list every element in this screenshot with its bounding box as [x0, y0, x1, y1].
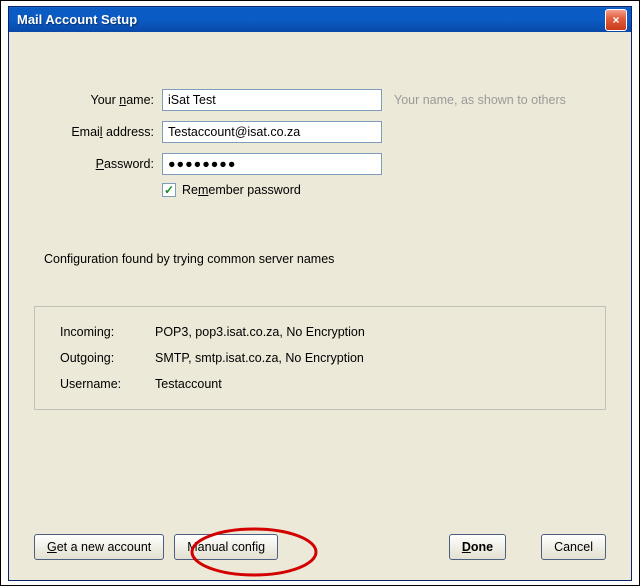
email-label: Email address: — [34, 125, 162, 139]
done-button[interactable]: Done — [449, 534, 506, 560]
server-config-panel: Incoming: POP3, pop3.isat.co.za, No Encr… — [34, 306, 606, 410]
name-input[interactable] — [162, 89, 382, 111]
button-row: Get a new account Manual config Done Can… — [34, 534, 606, 560]
config-status-message: Configuration found by trying common ser… — [44, 252, 606, 266]
username-value: Testaccount — [155, 377, 587, 391]
check-icon: ✓ — [164, 185, 174, 195]
username-label: Username: — [60, 377, 155, 391]
get-new-account-button[interactable]: Get a new account — [34, 534, 164, 560]
close-icon: × — [612, 13, 619, 27]
password-input[interactable] — [162, 153, 382, 175]
name-hint: Your name, as shown to others — [394, 93, 566, 107]
close-button[interactable]: × — [605, 9, 627, 31]
manual-config-button[interactable]: Manual config — [174, 534, 278, 560]
incoming-value: POP3, pop3.isat.co.za, No Encryption — [155, 325, 587, 339]
name-label: Your name: — [34, 93, 162, 107]
window-title: Mail Account Setup — [17, 12, 137, 27]
titlebar[interactable]: Mail Account Setup × — [9, 7, 631, 32]
cancel-button[interactable]: Cancel — [541, 534, 606, 560]
remember-password-label: Remember password — [182, 183, 301, 197]
incoming-label: Incoming: — [60, 325, 155, 339]
mail-account-setup-window: Mail Account Setup × Your name: Your nam… — [8, 6, 632, 581]
email-input[interactable] — [162, 121, 382, 143]
outgoing-value: SMTP, smtp.isat.co.za, No Encryption — [155, 351, 587, 365]
outgoing-label: Outgoing: — [60, 351, 155, 365]
window-body: Your name: Your name, as shown to others… — [9, 32, 631, 580]
remember-password-checkbox[interactable]: ✓ — [162, 183, 176, 197]
password-label: Password: — [34, 157, 162, 171]
